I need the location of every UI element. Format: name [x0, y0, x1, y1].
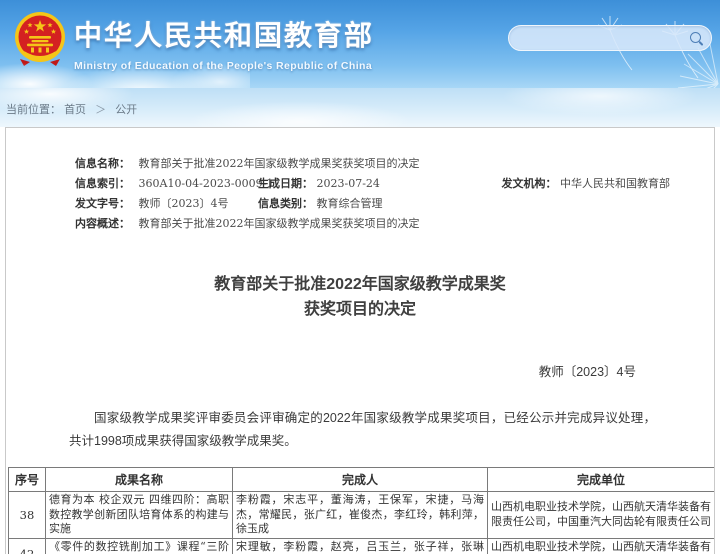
table-row: 38 德育为本 校企双元 四维四阶：高职数控教学创新团队培育体系的构建与实施 李… [8, 491, 714, 539]
info-agency-label: 发文机构： [501, 177, 557, 190]
cell-org: 山西机电职业技术学院，山西航天清华装备有限责任公司，中国重汽大同齿轮有限责任公司 [487, 491, 714, 539]
site-title: 中华人民共和国教育部 [74, 20, 375, 51]
cell-org: 山西机电职业技术学院，山西航天清华装备有限责任公司，安徽三维天下科技股份公司 [487, 537, 714, 554]
info-category-value: 教育综合管理 [316, 197, 383, 210]
award-results-table: 序号 成果名称 完成人 完成单位 38 德育为本 校企双元 四维四阶：高职数控教… [8, 467, 714, 554]
cell-achievement-name: 德育为本 校企双元 四维四阶：高职数控教学创新团队培育体系的构建与实施 [45, 491, 233, 539]
search-box[interactable] [508, 25, 712, 51]
table-header-row: 序号 成果名称 完成人 完成单位 [8, 467, 714, 492]
document-number: 教师〔2023〕4号 [538, 365, 636, 379]
breadcrumb-item-home[interactable]: 首页 [64, 104, 86, 116]
info-agency-value: 中华人民共和国教育部 [560, 177, 670, 190]
site-identity: 中华人民共和国教育部 Ministry of Education of the … [74, 14, 374, 72]
cell-people: 李粉霞，宋志平，董海涛，王保军，宋捷，马海杰，常耀民，张广红，崔俊杰，李红玲，韩… [232, 491, 488, 539]
site-header: 中华人民共和国教育部 Ministry of Education of the … [0, 0, 720, 88]
document-info-block: 信息名称： 教育部关于批准2022年国家级教学成果奖获奖项目的决定 信息索引： … [6, 128, 714, 234]
search-icon[interactable] [690, 31, 703, 45]
document-title: 教育部关于批准2022年国家级教学成果奖 获奖项目的决定 [6, 272, 714, 322]
info-row-name: 信息名称： 教育部关于批准2022年国家级教学成果奖获奖项目的决定 [75, 154, 714, 174]
info-summary-value: 教育部关于批准2022年国家级教学成果奖获奖项目的决定 [138, 217, 420, 230]
info-date-label: 生成日期： [258, 177, 313, 190]
search-input[interactable] [521, 28, 690, 48]
info-category-label: 信息类别： [258, 197, 313, 210]
content-panel: 信息名称： 教育部关于批准2022年国家级教学成果奖获奖项目的决定 信息索引： … [5, 127, 715, 554]
breadcrumb: 当前位置： 首页 ＞ 公开 [6, 101, 137, 117]
breadcrumb-item-public[interactable]: 公开 [115, 104, 137, 116]
column-header-org: 完成单位 [487, 467, 714, 492]
breadcrumb-band: 当前位置： 首页 ＞ 公开 [0, 88, 720, 127]
info-name-value: 教育部关于批准2022年国家级教学成果奖获奖项目的决定 [138, 157, 420, 170]
document-paragraph: 国家级教学成果奖评审委员会评审确定的2022年国家级教学成果奖项目，已经公示并完… [69, 411, 656, 448]
document-title-line1: 教育部关于批准2022年国家级教学成果奖 [214, 276, 506, 293]
info-docnum-label: 发文字号： [75, 197, 130, 210]
cell-achievement-name: 《零件的数控铣削加工》课程“三阶二化五融合”教学改革与实践 [45, 537, 233, 554]
breadcrumb-separator: ＞ [95, 104, 107, 116]
column-header-no: 序号 [8, 467, 46, 492]
info-docnum-value: 教师〔2023〕4号 [138, 197, 229, 210]
info-date-value: 2023-07-24 [316, 177, 380, 190]
moe-gov-webpage: 中华人民共和国教育部 Ministry of Education of the … [0, 0, 720, 554]
column-header-people: 完成人 [232, 467, 488, 492]
info-row-docnum-category: 发文字号： 教师〔2023〕4号 信息类别： 教育综合管理 [75, 194, 714, 214]
info-row-summary: 内容概述： 教育部关于批准2022年国家级教学成果奖获奖项目的决定 [75, 214, 714, 234]
info-name-label: 信息名称： [75, 157, 130, 170]
cell-row-number: 42 [8, 537, 46, 554]
site-subtitle-en: Ministry of Education of the People's Re… [74, 60, 373, 72]
cell-people: 宋理敏，李粉霞，赵亮，吕玉兰，张子祥，张琳琳，孟晓华，周强，宋燕林 [232, 537, 488, 554]
table-row: 42 《零件的数控铣削加工》课程“三阶二化五融合”教学改革与实践 宋理敏，李粉霞… [8, 537, 714, 554]
breadcrumb-location-label: 当前位置： [6, 104, 61, 116]
cell-row-number: 38 [8, 491, 46, 539]
info-index-value: 360A10-04-2023-0009-1 [138, 177, 274, 190]
info-row-index-date-agency: 信息索引： 360A10-04-2023-0009-1 生成日期： 2023-0… [75, 174, 714, 194]
column-header-achievement: 成果名称 [45, 467, 233, 492]
info-index-label: 信息索引： [75, 177, 130, 190]
document-title-line2: 获奖项目的决定 [303, 301, 416, 318]
info-summary-label: 内容概述： [75, 217, 130, 230]
national-emblem-icon [15, 12, 65, 66]
